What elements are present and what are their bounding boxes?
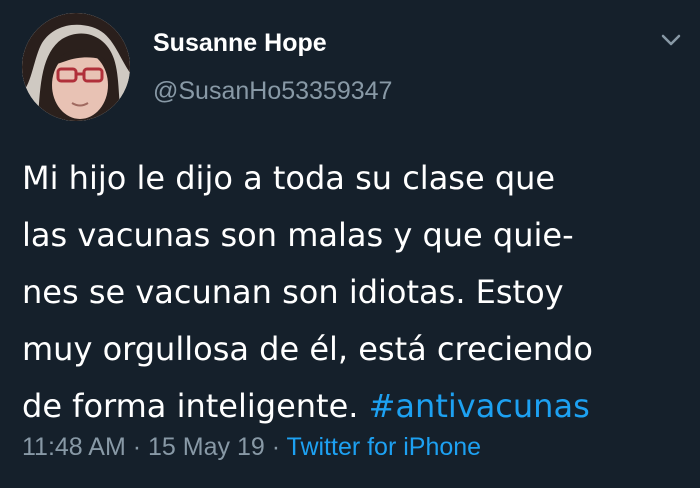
tweet-date[interactable]: 15 May 19 — [148, 433, 265, 461]
tweet-text: Mi hijo le dijo a toda su clase que las … — [22, 150, 682, 435]
author-display-name[interactable]: Susanne Hope — [153, 29, 327, 58]
tweet-text-segment: de forma inteligente. — [22, 387, 369, 425]
hashtag-link[interactable]: #antivacunas — [369, 387, 590, 425]
avatar-photo — [22, 13, 130, 121]
tweet-source-link[interactable]: Twitter for iPhone — [287, 433, 482, 461]
tweet-meta: 11:48 AM · 15 May 19 · Twitter for iPhon… — [22, 433, 481, 462]
tweet-time[interactable]: 11:48 AM — [22, 433, 126, 461]
tweet-text-line: muy orgullosa de él, está creciendo — [22, 330, 593, 368]
tweet-text-line: las vacunas son malas y que quie- — [22, 216, 574, 254]
tweet-text-last-line: de forma inteligente. #antivacunas — [22, 378, 682, 435]
author-handle[interactable]: @SusanHo53359347 — [153, 77, 392, 106]
tweet-text-line: nes se vacunan son idiotas. Estoy — [22, 273, 564, 311]
meta-separator: · — [132, 433, 142, 461]
avatar[interactable] — [22, 13, 130, 121]
chevron-down-icon[interactable] — [660, 32, 682, 48]
meta-separator: · — [271, 433, 281, 461]
tweet-card: Susanne Hope @SusanHo53359347 Mi hijo le… — [0, 0, 700, 488]
tweet-text-line: Mi hijo le dijo a toda su clase que — [22, 159, 556, 197]
